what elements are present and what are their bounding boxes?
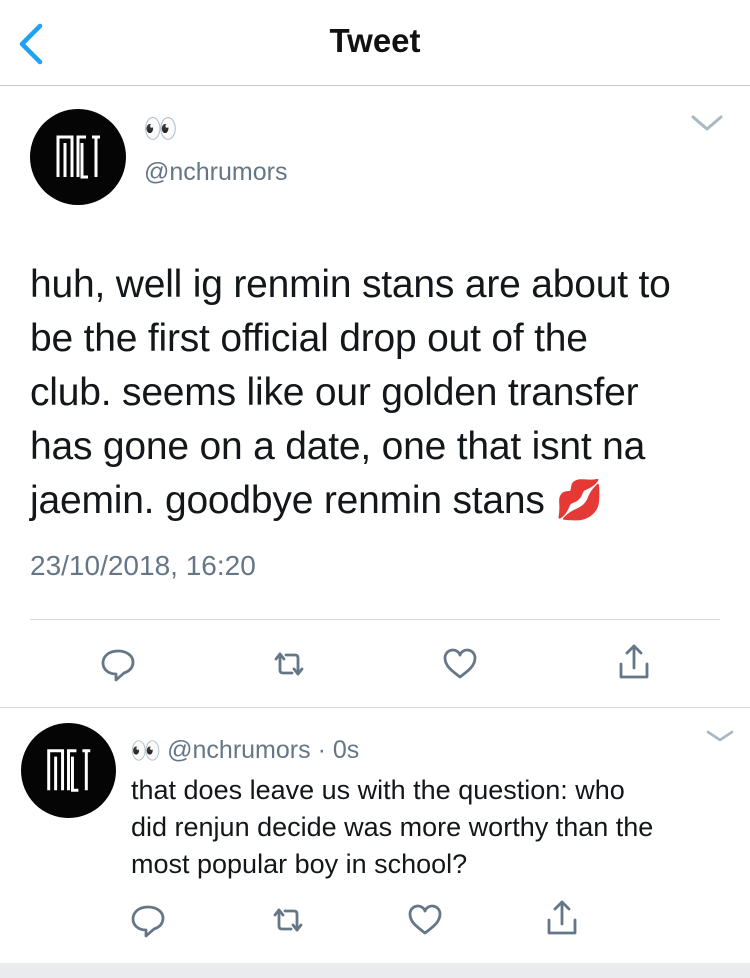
tweet-text: huh, well ig renmin stans are about to b… <box>30 258 730 528</box>
share-icon <box>619 644 649 679</box>
reply-icon <box>101 649 135 682</box>
retweet-icon <box>274 652 304 676</box>
retweet-button[interactable] <box>266 898 310 942</box>
share-icon <box>547 900 577 935</box>
reply-icon <box>131 905 165 938</box>
like-icon <box>408 904 442 935</box>
chevron-down-icon <box>706 730 734 742</box>
tweet-text-line: has gone on a date, one that isnt na <box>30 425 646 468</box>
share-button[interactable] <box>540 896 584 940</box>
separator-dot: · <box>317 736 326 764</box>
tweet-options-button[interactable] <box>690 112 724 134</box>
page-title: Tweet <box>329 22 421 59</box>
tweet-text-line: huh, well ig renmin stans are about to <box>30 263 671 306</box>
display-name: 👀 <box>130 736 162 765</box>
tweet-options-button[interactable] <box>705 727 735 745</box>
reply-header: 👀 @nchrumors · 0s <box>130 736 359 766</box>
tweet-timestamp: 23/10/2018, 16:20 <box>30 550 256 581</box>
divider <box>0 707 750 708</box>
navigation-bar: Tweet <box>0 0 750 86</box>
reply-text-line: most popular boy in school? <box>131 849 468 879</box>
user-handle[interactable]: @nchrumors <box>167 736 310 764</box>
reply-text: that does leave us with the question: wh… <box>131 772 741 883</box>
reply-text-line: did renjun decide was more worthy than t… <box>131 812 654 842</box>
like-button[interactable] <box>403 898 447 942</box>
display-name: 👀 <box>143 113 178 144</box>
reply-text-line: that does leave us with the question: wh… <box>131 775 625 805</box>
chevron-down-icon <box>691 115 723 131</box>
reply-button[interactable] <box>126 898 170 942</box>
retweet-icon <box>273 908 303 932</box>
avatar-logo <box>56 135 100 179</box>
like-icon <box>443 648 477 679</box>
relative-time: 0s <box>332 736 360 764</box>
retweet-button[interactable] <box>267 642 311 686</box>
tweet-text-line: be the first official drop out of the <box>30 317 588 360</box>
share-button[interactable] <box>612 640 656 684</box>
tweet-text-line: jaemin. goodbye renmin stans 💋 <box>30 479 604 522</box>
divider <box>30 619 720 620</box>
like-button[interactable] <box>438 642 482 686</box>
bottom-separator <box>0 963 750 978</box>
user-handle[interactable]: @nchrumors <box>144 158 287 187</box>
avatar-logo <box>47 749 91 792</box>
avatar[interactable] <box>21 723 116 818</box>
tweet-text-line: club. seems like our golden transfer <box>30 371 639 414</box>
avatar[interactable] <box>30 109 126 205</box>
reply-button[interactable] <box>96 642 140 686</box>
